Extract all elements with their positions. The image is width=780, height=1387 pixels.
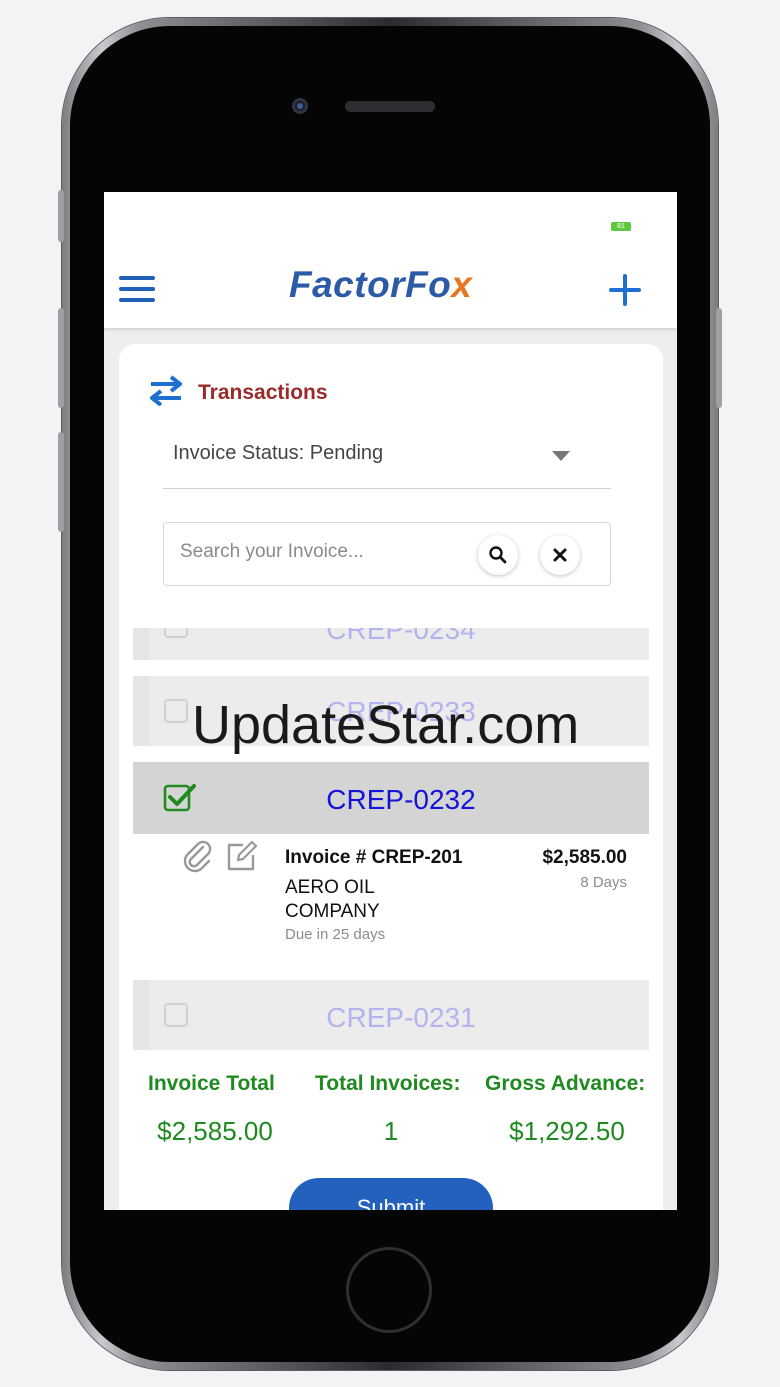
volume-down-button xyxy=(58,432,64,532)
invoice-row-crep-0232[interactable]: CREP-0232 xyxy=(133,762,649,834)
paperclip-icon[interactable] xyxy=(181,839,213,873)
invoice-total-label: Invoice Total xyxy=(148,1072,275,1095)
search-icon xyxy=(489,546,507,564)
earpiece-speaker xyxy=(345,101,435,112)
transactions-card: Transactions Invoice Status: Pending Sea… xyxy=(119,344,663,1210)
invoice-status-dropdown[interactable]: Invoice Status: Pending xyxy=(163,426,611,489)
row-label: CREP-0234 xyxy=(326,628,476,645)
app-logo: FactorFox xyxy=(289,264,473,305)
submit-button[interactable]: Submit xyxy=(289,1178,493,1210)
company-name: AERO OIL COMPANY xyxy=(285,877,380,922)
app-screen: 81 FactorFox Transactions Invoice Status… xyxy=(104,192,677,1210)
app-header: FactorFox xyxy=(104,254,677,328)
search-input[interactable] xyxy=(178,531,452,573)
battery-icon: 81 xyxy=(611,222,631,231)
invoice-total-value: $2,585.00 xyxy=(157,1116,273,1146)
invoice-amount: $2,585.00 xyxy=(542,847,627,868)
invoice-age: 8 Days xyxy=(580,874,627,891)
mute-switch xyxy=(58,190,64,242)
watermark-text: UpdateStar.com xyxy=(192,695,580,755)
power-button xyxy=(716,308,722,408)
edit-icon[interactable] xyxy=(225,839,259,873)
row-label: CREP-0231 xyxy=(326,1002,476,1033)
invoice-number: Invoice # CREP-201 xyxy=(285,847,463,868)
volume-up-button xyxy=(58,308,64,408)
gross-advance-label: Gross Advance: xyxy=(485,1072,646,1095)
home-button[interactable] xyxy=(346,1247,432,1333)
add-icon[interactable] xyxy=(609,274,641,306)
status-bar: 81 xyxy=(104,192,677,254)
row-clip: CREP-0234 xyxy=(133,628,649,660)
row-label: CREP-0232 xyxy=(326,784,476,815)
front-camera xyxy=(292,98,308,114)
total-invoices-value: 1 xyxy=(383,1116,399,1146)
hamburger-menu-icon[interactable] xyxy=(119,276,155,304)
transfer-arrows-icon xyxy=(150,375,182,406)
chevron-down-icon xyxy=(552,451,570,461)
invoice-status-value: Invoice Status: Pending xyxy=(173,442,384,464)
due-date: Due in 25 days xyxy=(285,926,386,943)
close-icon xyxy=(553,548,567,562)
clear-search-button[interactable] xyxy=(540,535,580,575)
gross-advance-value: $1,292.50 xyxy=(509,1116,625,1146)
search-box xyxy=(163,522,611,586)
search-button[interactable] xyxy=(478,535,518,575)
invoice-row-crep-0231[interactable]: CREP-0231 xyxy=(133,980,649,1050)
total-invoices-label: Total Invoices: xyxy=(315,1072,461,1095)
transactions-title: Transactions xyxy=(198,381,328,404)
